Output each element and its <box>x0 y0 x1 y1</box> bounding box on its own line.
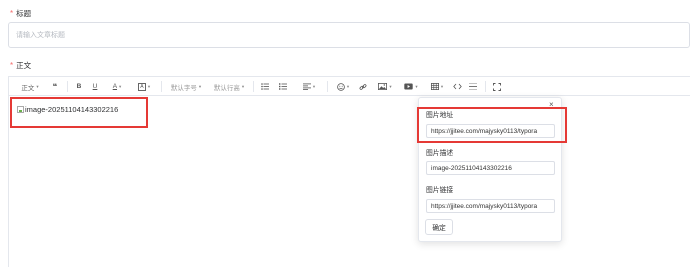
code-button[interactable] <box>451 77 463 96</box>
image-link-label: 图片链接 <box>426 187 454 194</box>
chevron-down-icon: ▾ <box>198 83 202 89</box>
quote-icon: ❝ <box>52 82 58 91</box>
chevron-down-icon: ▾ <box>440 83 444 89</box>
chevron-down-icon: ▾ <box>415 83 418 89</box>
title-field-label: * 标题 <box>10 8 31 19</box>
chevron-down-icon: ▾ <box>389 83 392 89</box>
toolbar-divider <box>253 81 254 92</box>
bold-icon: B <box>76 83 82 90</box>
font-size-dropdown[interactable]: 默认字号 ▾ <box>167 77 205 96</box>
underline-button[interactable]: U <box>89 77 101 96</box>
image-description-label: 图片描述 <box>426 150 454 157</box>
chevron-down-icon: ▾ <box>119 83 122 89</box>
divider-button[interactable] <box>467 77 479 96</box>
quote-button[interactable]: ❝ <box>49 77 61 96</box>
horizontal-rule-icon <box>469 83 477 90</box>
fullscreen-button[interactable] <box>491 77 503 96</box>
font-color-dropdown[interactable]: A ▾ <box>107 77 127 96</box>
chevron-down-icon: ▾ <box>241 83 245 89</box>
bold-button[interactable]: B <box>73 77 85 96</box>
align-left-icon <box>302 83 311 90</box>
insert-table-dropdown[interactable]: ▾ <box>427 77 447 96</box>
body-field-label: * 正文 <box>10 60 31 71</box>
emoji-dropdown[interactable]: ▾ <box>333 77 353 96</box>
underline-icon: U <box>92 83 98 90</box>
code-icon <box>452 83 462 90</box>
align-dropdown[interactable]: ▾ <box>299 77 319 96</box>
background-color-dropdown[interactable]: A ▾ <box>133 77 155 96</box>
fullscreen-icon <box>493 82 501 91</box>
chevron-down-icon: ▾ <box>147 83 151 89</box>
paragraph-format-label: 正文 <box>21 84 35 92</box>
required-asterisk: * <box>10 9 14 18</box>
paragraph-format-dropdown[interactable]: 正文 ▾ <box>17 77 43 96</box>
numbered-list-icon <box>279 83 287 90</box>
image-icon <box>378 83 388 90</box>
toolbar-divider <box>67 81 68 92</box>
title-input[interactable] <box>8 22 690 48</box>
background-color-icon: A <box>137 82 146 91</box>
confirm-button[interactable]: 确定 <box>425 219 453 235</box>
chevron-down-icon: ▾ <box>346 83 350 89</box>
insert-image-dropdown[interactable]: ▾ <box>375 77 395 96</box>
video-icon <box>404 83 414 90</box>
annotation-highlight-box <box>10 97 148 128</box>
toolbar-divider <box>161 81 162 92</box>
body-label-text: 正文 <box>16 61 32 70</box>
emoji-icon <box>337 82 345 91</box>
bulleted-list-button[interactable] <box>259 77 271 96</box>
annotation-highlight-box <box>417 107 567 143</box>
chevron-down-icon: ▾ <box>36 83 39 89</box>
font-color-icon: A <box>112 83 118 90</box>
image-description-input[interactable] <box>426 161 555 175</box>
editor-toolbar: 正文 ▾ ❝ B U A ▾ A ▾ 默认字号 ▾ 默认行高 ▾ ▾ ▾ ▾ ▾… <box>9 77 690 96</box>
table-icon <box>430 83 439 90</box>
bulleted-list-icon <box>261 83 269 90</box>
toolbar-divider <box>485 81 486 92</box>
line-height-label: 默认行高 <box>213 84 240 92</box>
title-label-text: 标题 <box>16 9 32 18</box>
insert-link-button[interactable] <box>357 77 369 96</box>
numbered-list-button[interactable] <box>277 77 289 96</box>
image-link-input[interactable] <box>426 199 555 213</box>
required-asterisk: * <box>10 61 14 70</box>
insert-video-dropdown[interactable]: ▾ <box>401 77 421 96</box>
chevron-down-icon: ▾ <box>312 83 316 89</box>
line-height-dropdown[interactable]: 默认行高 ▾ <box>209 77 249 96</box>
font-size-label: 默认字号 <box>170 84 197 92</box>
toolbar-divider <box>327 81 328 92</box>
link-icon <box>359 83 367 90</box>
